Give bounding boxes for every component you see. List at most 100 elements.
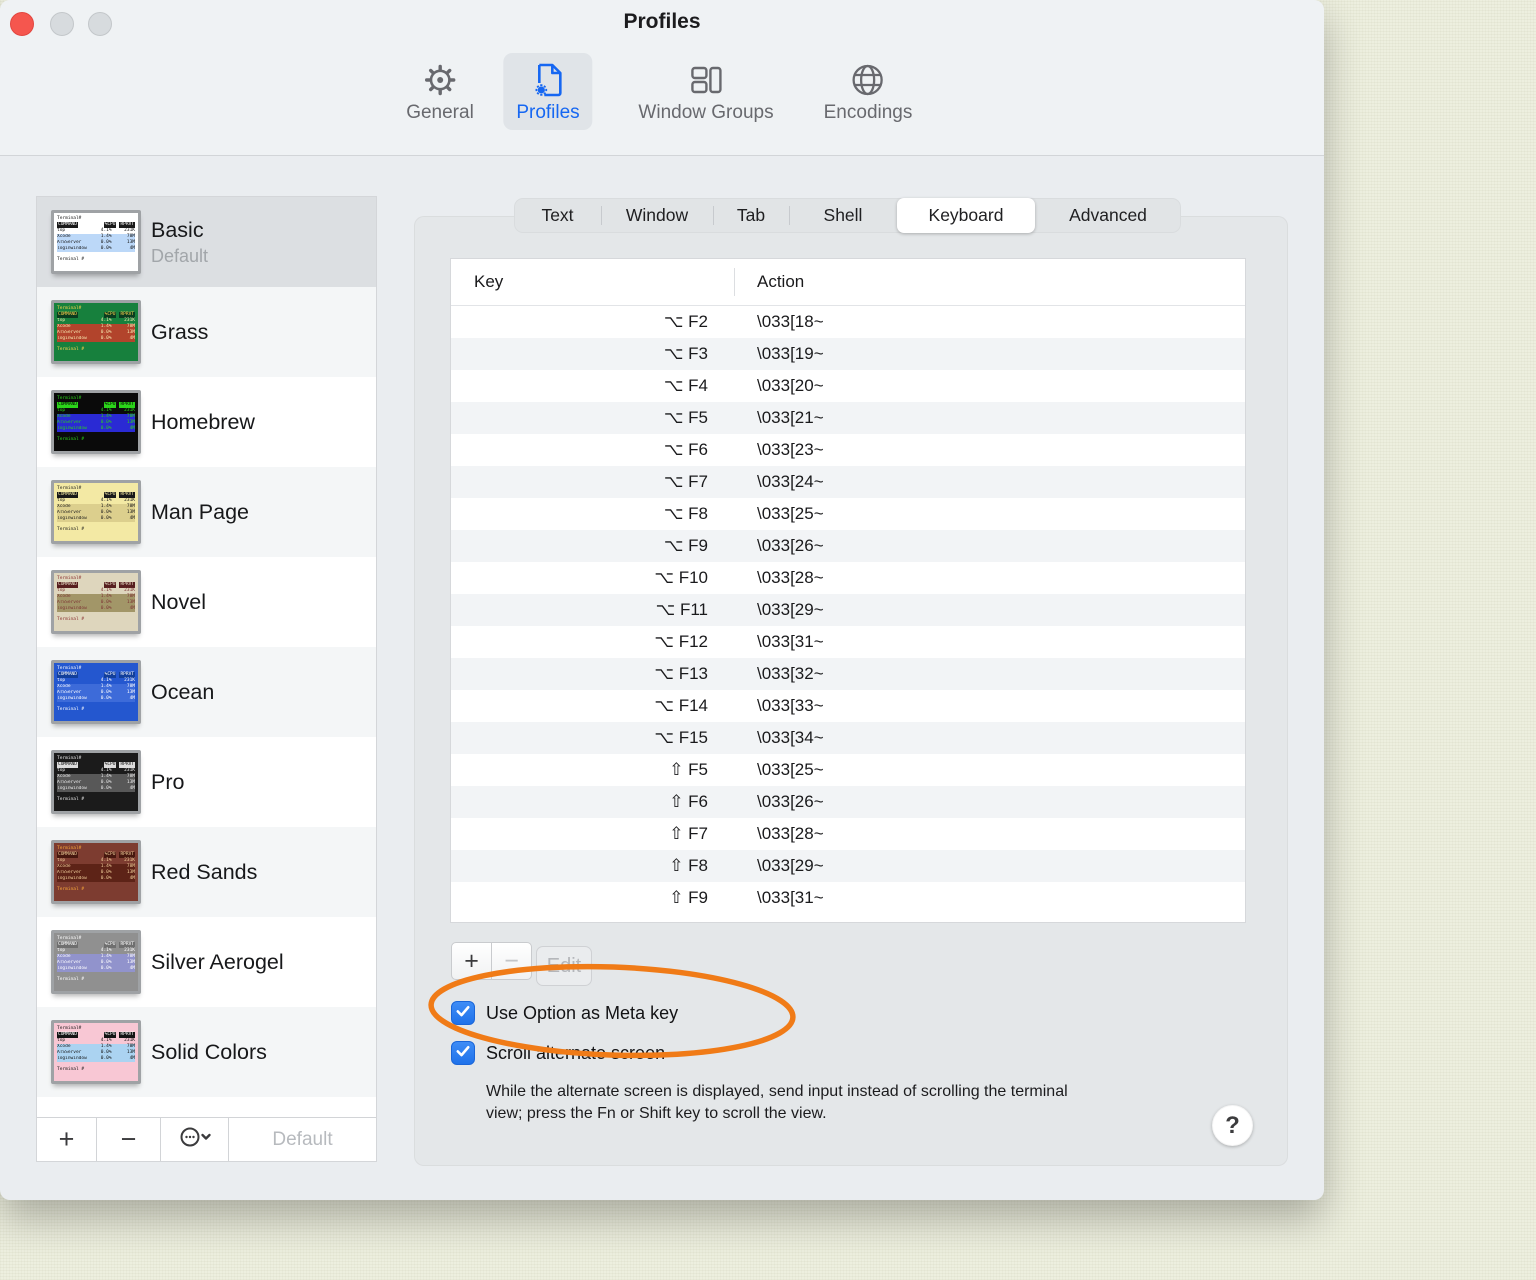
edit-keybinding-button[interactable]: Edit	[536, 946, 592, 986]
table-row[interactable]: ⌥ F9 \033[26~	[451, 530, 1245, 562]
profile-list-item[interactable]: Terminal# COMMAND %CPU RPRVT top 4.1% 231K Xc…	[37, 287, 376, 377]
keybinding-action: \033[29~	[757, 856, 824, 875]
keybinding-key: ⇧ F5	[669, 760, 708, 779]
table-row[interactable]: ⇧ F6 \033[26~	[451, 786, 1245, 818]
desktop-background: Profiles General Profiles Window Groups …	[0, 0, 1536, 1280]
table-row[interactable]: ⌥ F15 \033[34~	[451, 722, 1245, 754]
tab-shell[interactable]: Shell	[789, 198, 897, 233]
help-button[interactable]: ?	[1212, 1105, 1253, 1146]
profile-thumbnail: Terminal# COMMAND %CPU RPRVT top 4.1% 231K Xc…	[51, 480, 141, 544]
table-row[interactable]: ⌥ F6 \033[23~	[451, 434, 1245, 466]
checkbox-label[interactable]: Use Option as Meta key	[486, 1003, 678, 1024]
keybinding-key: ⌥ F7	[663, 472, 708, 491]
checkbox-label[interactable]: Scroll alternate screen	[486, 1043, 665, 1064]
keybinding-action: \033[23~	[757, 440, 824, 459]
table-row[interactable]: ⇧ F7 \033[28~	[451, 818, 1245, 850]
window-chrome: Profiles General Profiles Window Groups …	[0, 0, 1324, 156]
table-row[interactable]: ⌥ F3 \033[19~	[451, 338, 1245, 370]
keybinding-action: \033[29~	[757, 600, 824, 619]
profile-name: Silver Aerogel	[151, 949, 284, 974]
table-row[interactable]: ⌥ F10 \033[28~	[451, 562, 1245, 594]
profile-name: Red Sands	[151, 859, 258, 884]
profile-sidebar: Terminal# COMMAND %CPU RPRVT top 4.1% 231K Xc…	[36, 196, 377, 1162]
keybinding-action: \033[19~	[757, 344, 824, 363]
table-row[interactable]: ⇧ F9 \033[31~	[451, 882, 1245, 914]
keybinding-action: \033[34~	[757, 728, 824, 747]
profile-thumbnail: Terminal# COMMAND %CPU RPRVT top 4.1% 231K Xc…	[51, 930, 141, 994]
remove-profile-button[interactable]: −	[97, 1118, 161, 1161]
keybinding-key: ⌥ F5	[663, 408, 708, 427]
keybinding-table: Key Action ⌥ F2 \033[18~ ⌥ F3 \033[19~ ⌥…	[450, 258, 1246, 923]
keybinding-key: ⌥ F9	[663, 536, 708, 555]
toolbar-item-encodings[interactable]: Encodings	[811, 53, 926, 130]
table-row[interactable]: ⇧ F8 \033[29~	[451, 850, 1245, 882]
gear-icon	[421, 61, 459, 99]
profile-name: Grass	[151, 319, 209, 344]
table-row[interactable]: ⌥ F14 \033[33~	[451, 690, 1245, 722]
profile-list-item[interactable]: Terminal# COMMAND %CPU RPRVT top 4.1% 231K Xc…	[37, 467, 376, 557]
tab-keyboard[interactable]: Keyboard	[897, 198, 1035, 233]
profile-list-item[interactable]: Terminal# COMMAND %CPU RPRVT top 4.1% 231K Xc…	[37, 1007, 376, 1097]
thumbnail-terminal-preview: Terminal# COMMAND %CPU RPRVT top 4.1% 231K Xc…	[57, 216, 135, 262]
thumbnail-terminal-preview: Terminal# COMMAND %CPU RPRVT top 4.1% 231K Xc…	[57, 666, 135, 712]
table-row[interactable]: ⌥ F7 \033[24~	[451, 466, 1245, 498]
use-option-as-meta-key-checkbox[interactable]	[451, 1001, 475, 1025]
table-row[interactable]: ⌥ F5 \033[21~	[451, 402, 1245, 434]
profile-name: Solid Colors	[151, 1039, 267, 1064]
keybinding-key: ⌥ F14	[654, 696, 708, 715]
profile-name: Man Page	[151, 499, 250, 524]
window-groups-icon	[687, 61, 725, 99]
thumbnail-terminal-preview: Terminal# COMMAND %CPU RPRVT top 4.1% 231K Xc…	[57, 936, 135, 982]
scroll-alternate-screen-checkbox[interactable]	[451, 1041, 475, 1065]
thumbnail-terminal-preview: Terminal# COMMAND %CPU RPRVT top 4.1% 231K Xc…	[57, 396, 135, 442]
remove-keybinding-button[interactable]: −	[491, 942, 532, 980]
toolbar-label: Profiles	[516, 102, 580, 123]
ellipsis-circle-chevron-icon	[178, 1125, 212, 1154]
table-row[interactable]: ⌥ F11 \033[29~	[451, 594, 1245, 626]
profile-list-item[interactable]: Terminal# COMMAND %CPU RPRVT top 4.1% 231K Xc…	[37, 827, 376, 917]
keybinding-action: \033[28~	[757, 824, 824, 843]
add-keybinding-button[interactable]: +	[451, 942, 492, 980]
profile-list-item[interactable]: Terminal# COMMAND %CPU RPRVT top 4.1% 231K Xc…	[37, 647, 376, 737]
keybinding-action: \033[31~	[757, 632, 824, 651]
profile-thumbnail: Terminal# COMMAND %CPU RPRVT top 4.1% 231K Xc…	[51, 300, 141, 364]
table-row[interactable]: ⇧ F5 \033[25~	[451, 754, 1245, 786]
table-row[interactable]: ⌥ F12 \033[31~	[451, 626, 1245, 658]
thumbnail-terminal-preview: Terminal# COMMAND %CPU RPRVT top 4.1% 231K Xc…	[57, 846, 135, 892]
checkmark-icon	[454, 1002, 472, 1025]
add-profile-button[interactable]: +	[37, 1118, 97, 1161]
toolbar-item-profiles[interactable]: Profiles	[503, 53, 593, 130]
profile-list-item[interactable]: Terminal# COMMAND %CPU RPRVT top 4.1% 231K Xc…	[37, 737, 376, 827]
profile-list: Terminal# COMMAND %CPU RPRVT top 4.1% 231K Xc…	[37, 197, 376, 1117]
profile-actions-menu-button[interactable]	[161, 1118, 229, 1161]
toolbar-item-general[interactable]: General	[393, 53, 487, 130]
tab-tab[interactable]: Tab	[713, 198, 789, 233]
table-row[interactable]: ⌥ F2 \033[18~	[451, 306, 1245, 338]
profile-name: Novel	[151, 589, 206, 614]
profile-thumbnail: Terminal# COMMAND %CPU RPRVT top 4.1% 231K Xc…	[51, 390, 141, 454]
table-row[interactable]: ⌥ F13 \033[32~	[451, 658, 1245, 690]
thumbnail-terminal-preview: Terminal# COMMAND %CPU RPRVT top 4.1% 231K Xc…	[57, 576, 135, 622]
profile-list-item[interactable]: Terminal# COMMAND %CPU RPRVT top 4.1% 231K Xc…	[37, 377, 376, 467]
table-row[interactable]: ⌥ F8 \033[25~	[451, 498, 1245, 530]
profile-name: Ocean	[151, 679, 215, 704]
profile-thumbnail: Terminal# COMMAND %CPU RPRVT top 4.1% 231K Xc…	[51, 660, 141, 724]
thumbnail-terminal-preview: Terminal# COMMAND %CPU RPRVT top 4.1% 231K Xc…	[57, 1026, 135, 1072]
profile-thumbnail: Terminal# COMMAND %CPU RPRVT top 4.1% 231K Xc…	[51, 750, 141, 814]
keybinding-key: ⌥ F15	[654, 728, 708, 747]
tab-advanced[interactable]: Advanced	[1035, 198, 1181, 233]
keybinding-action: \033[26~	[757, 792, 824, 811]
column-header-key: Key	[474, 272, 504, 291]
keybinding-action: \033[20~	[757, 376, 824, 395]
toolbar-item-window-groups[interactable]: Window Groups	[625, 53, 786, 130]
profile-thumbnail: Terminal# COMMAND %CPU RPRVT top 4.1% 231K Xc…	[51, 210, 141, 274]
profile-list-item[interactable]: Terminal# COMMAND %CPU RPRVT top 4.1% 231K Xc…	[37, 197, 376, 287]
tab-window[interactable]: Window	[601, 198, 713, 233]
tab-text[interactable]: Text	[514, 198, 601, 233]
profile-list-item[interactable]: Terminal# COMMAND %CPU RPRVT top 4.1% 231K Xc…	[37, 917, 376, 1007]
profile-list-item[interactable]: Terminal# COMMAND %CPU RPRVT top 4.1% 231K Xc…	[37, 557, 376, 647]
set-default-button[interactable]: Default	[229, 1118, 376, 1161]
table-row[interactable]: ⌥ F4 \033[20~	[451, 370, 1245, 402]
thumbnail-terminal-preview: Terminal# COMMAND %CPU RPRVT top 4.1% 231K Xc…	[57, 486, 135, 532]
keybinding-key: ⌥ F4	[663, 376, 708, 395]
